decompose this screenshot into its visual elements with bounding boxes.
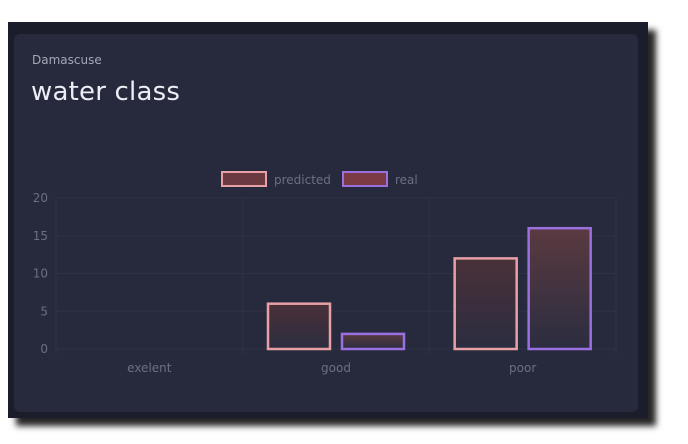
bar-predicted-good[interactable] (266, 302, 332, 351)
bar-real-good[interactable] (340, 332, 406, 351)
legend-label-real[interactable]: real (395, 173, 418, 187)
y-tick-label: 20 (33, 191, 48, 205)
y-tick-label: 5 (40, 304, 48, 318)
x-tick-label: poor (509, 361, 536, 375)
legend: predicted real (221, 171, 418, 187)
legend-swatch-predicted[interactable] (221, 171, 267, 187)
x-tick-label: good (321, 361, 351, 375)
x-tick-label: exelent (127, 361, 172, 375)
bar-chart: 0 5 10 15 20 exelent good poor predicted real (33, 171, 617, 375)
y-tick-label: 15 (33, 229, 48, 243)
y-tick-label: 10 (33, 267, 48, 281)
bar-predicted-poor[interactable] (453, 257, 518, 351)
bar-real-poor[interactable] (527, 226, 592, 351)
legend-swatch-real[interactable] (342, 171, 388, 187)
legend-label-predicted[interactable]: predicted (274, 173, 331, 187)
y-tick-label: 0 (40, 342, 48, 356)
